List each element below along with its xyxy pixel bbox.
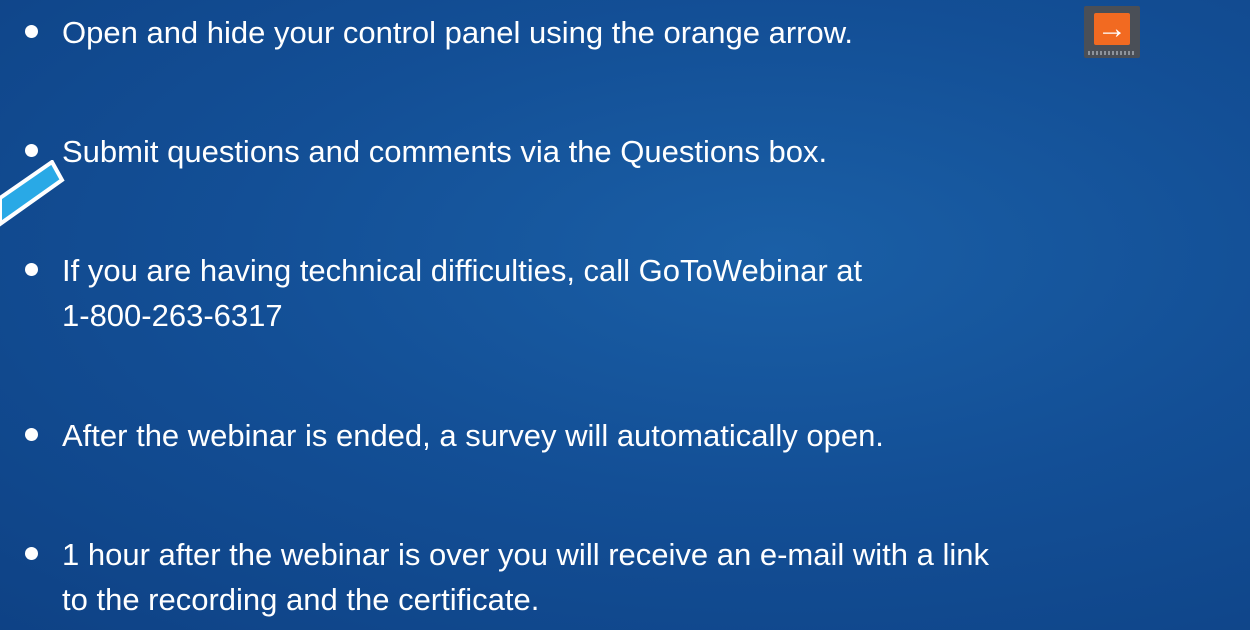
bullet-text: If you are having technical difficulties… xyxy=(62,248,1242,338)
phone-number: 1-800-263-6317 xyxy=(62,298,283,333)
bullet-text: Open and hide your control panel using t… xyxy=(62,15,854,50)
bullet-text: Submit questions and comments via the Qu… xyxy=(62,134,828,169)
pointer-highlight-icon xyxy=(0,160,65,227)
bullet-text-line: to the recording and the certificate. xyxy=(62,582,540,617)
bullet-dot-icon xyxy=(25,547,38,560)
bullet-text: 1 hour after the webinar is over you wil… xyxy=(62,532,1242,622)
slide: Open and hide your control panel using t… xyxy=(0,0,1250,630)
arrow-right-icon: → xyxy=(1094,13,1130,45)
button-grip xyxy=(1088,51,1136,55)
bullet-text: After the webinar is ended, a survey wil… xyxy=(62,418,884,453)
bullet-text-line: If you are having technical difficulties… xyxy=(62,253,863,288)
bullet-dot-icon xyxy=(25,263,38,276)
bullet-dot-icon xyxy=(25,25,38,38)
bullet-dot-icon xyxy=(25,428,38,441)
bullet-dot-icon xyxy=(25,144,38,157)
control-panel-toggle-button[interactable]: → xyxy=(1084,6,1140,58)
bullet-text-line: 1 hour after the webinar is over you wil… xyxy=(62,537,989,572)
